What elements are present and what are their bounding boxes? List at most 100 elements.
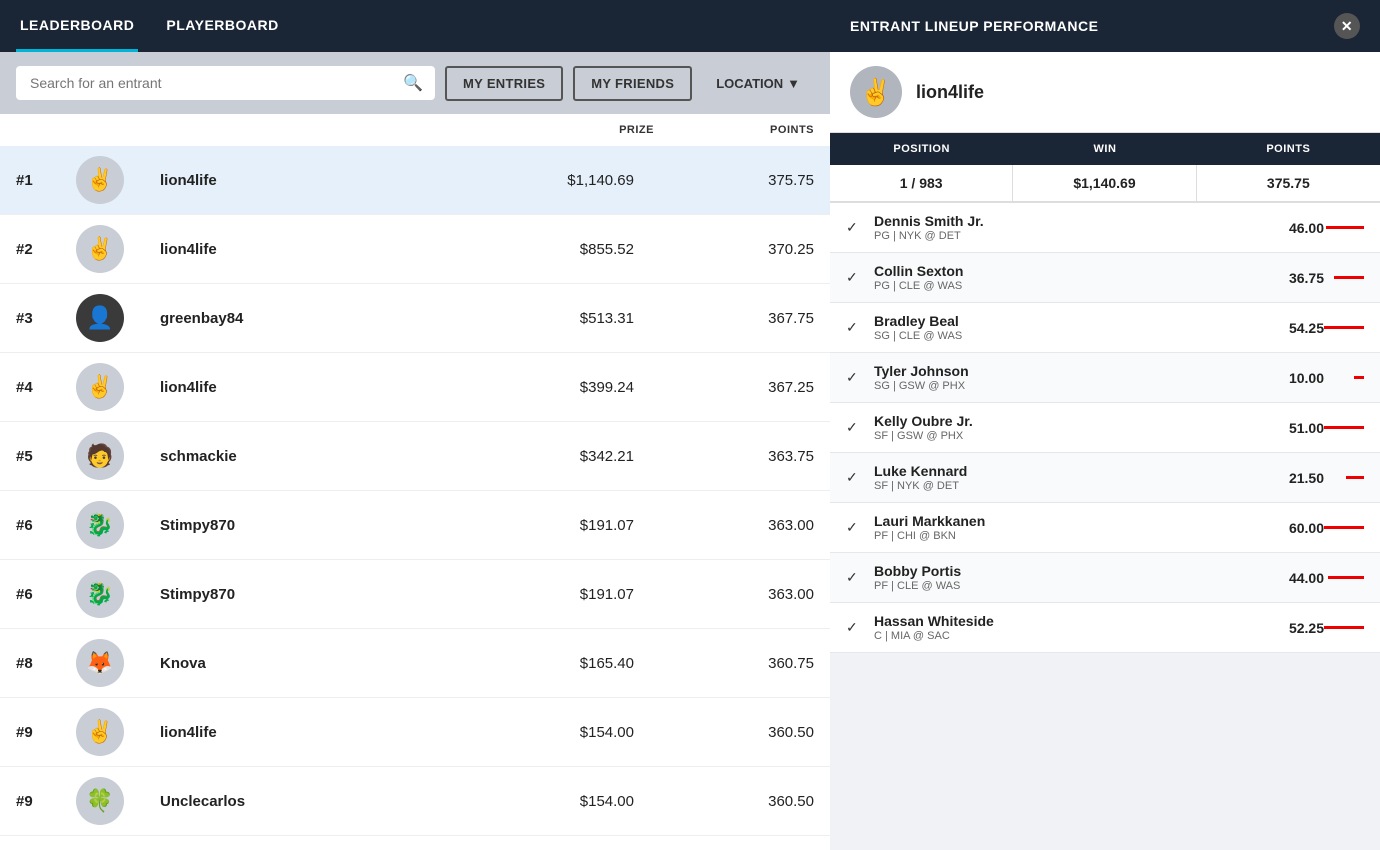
player-points: 46.00 xyxy=(1274,220,1324,236)
search-wrapper: 🔍 xyxy=(16,66,435,100)
check-icon: ✓ xyxy=(846,319,864,337)
player-name: Kelly Oubre Jr. xyxy=(874,413,1274,429)
rank: #4 xyxy=(16,379,76,396)
table-row[interactable]: #1 ✌️ lion4life $1,140.69 375.75 xyxy=(0,146,830,215)
player-points: 52.25 xyxy=(1274,620,1324,636)
points: 360.50 xyxy=(654,724,814,741)
check-icon: ✓ xyxy=(846,369,864,387)
table-row[interactable]: #6 🐉 Stimpy870 $191.07 363.00 xyxy=(0,560,830,629)
username: Stimpy870 xyxy=(156,586,494,603)
list-item: ✓ Bradley Beal SG | CLE @ WAS 54.25 xyxy=(830,303,1380,353)
username: lion4life xyxy=(156,241,494,258)
win-value: $1,140.69 xyxy=(1013,165,1196,201)
points: 367.25 xyxy=(654,379,814,396)
list-item: ✓ Dennis Smith Jr. PG | NYK @ DET 46.00 xyxy=(830,203,1380,253)
table-row[interactable]: #3 👤 greenbay84 $513.31 367.75 xyxy=(0,284,830,353)
points: 363.00 xyxy=(654,517,814,534)
points: 363.00 xyxy=(654,586,814,603)
leaderboard-list: #1 ✌️ lion4life $1,140.69 375.75 #2 ✌️ l… xyxy=(0,146,830,850)
avatar: ✌️ xyxy=(76,156,124,204)
stats-values: 1 / 983 $1,140.69 375.75 xyxy=(830,165,1380,203)
player-bar-wrap xyxy=(1324,426,1364,429)
prize: $191.07 xyxy=(494,517,654,534)
list-item: ✓ Hassan Whiteside C | MIA @ SAC 52.25 xyxy=(830,603,1380,653)
panel-header: ENTRANT LINEUP PERFORMANCE ✕ xyxy=(830,0,1380,52)
my-friends-button[interactable]: MY FRIENDS xyxy=(573,66,692,101)
username: lion4life xyxy=(156,379,494,396)
table-row[interactable]: #8 🦊 Knova $165.40 360.75 xyxy=(0,629,830,698)
rank: #9 xyxy=(16,724,76,741)
avatar: 🐉 xyxy=(76,501,124,549)
table-row[interactable]: #9 🍀 Unclecarlos $154.00 360.50 xyxy=(0,767,830,836)
check-icon: ✓ xyxy=(846,519,864,537)
rank: #6 xyxy=(16,586,76,603)
avatar: ✌️ xyxy=(76,708,124,756)
avatar: 👤 xyxy=(76,294,124,342)
username: Knova xyxy=(156,655,494,672)
username: lion4life xyxy=(156,724,494,741)
right-panel: ENTRANT LINEUP PERFORMANCE ✕ ✌️ lion4lif… xyxy=(830,0,1380,850)
player-meta: PG | CLE @ WAS xyxy=(874,280,1274,292)
username: lion4life xyxy=(156,172,494,189)
search-input[interactable] xyxy=(16,66,435,100)
close-button[interactable]: ✕ xyxy=(1334,13,1360,39)
player-points: 36.75 xyxy=(1274,270,1324,286)
player-bar xyxy=(1324,526,1364,529)
tab-leaderboard[interactable]: LEADERBOARD xyxy=(16,1,138,52)
entrant-info: ✌️ lion4life xyxy=(830,52,1380,133)
player-meta: PF | CHI @ BKN xyxy=(874,530,1274,542)
location-button[interactable]: LOCATION ▼ xyxy=(702,68,814,99)
player-points: 54.25 xyxy=(1274,320,1324,336)
player-bar xyxy=(1324,426,1364,429)
check-icon: ✓ xyxy=(846,569,864,587)
table-row[interactable]: #9 ✌️ lion4life $154.00 360.50 xyxy=(0,698,830,767)
table-row[interactable]: #4 ✌️ lion4life $399.24 367.25 xyxy=(0,353,830,422)
player-bar xyxy=(1326,226,1364,229)
player-bar-wrap xyxy=(1324,226,1364,229)
player-points: 60.00 xyxy=(1274,520,1324,536)
player-meta: SG | CLE @ WAS xyxy=(874,330,1274,342)
panel-title: ENTRANT LINEUP PERFORMANCE xyxy=(850,18,1098,34)
entrant-avatar: ✌️ xyxy=(850,66,902,118)
points: 360.50 xyxy=(654,793,814,810)
column-headers: PRIZE POINTS xyxy=(0,114,830,146)
prize: $342.21 xyxy=(494,448,654,465)
tab-bar: LEADERBOARD PLAYERBOARD xyxy=(0,0,830,52)
points-label: POINTS xyxy=(1197,133,1380,165)
chevron-down-icon: ▼ xyxy=(787,76,800,91)
player-info: Tyler Johnson SG | GSW @ PHX xyxy=(874,363,1274,392)
prize: $154.00 xyxy=(494,793,654,810)
username: greenbay84 xyxy=(156,310,494,327)
filter-bar: 🔍 MY ENTRIES MY FRIENDS LOCATION ▼ xyxy=(0,52,830,114)
player-bar xyxy=(1328,576,1364,579)
player-points: 51.00 xyxy=(1274,420,1324,436)
prize: $513.31 xyxy=(494,310,654,327)
player-bar xyxy=(1346,476,1364,479)
table-row[interactable]: #5 🧑 schmackie $342.21 363.75 xyxy=(0,422,830,491)
rank: #6 xyxy=(16,517,76,534)
check-icon: ✓ xyxy=(846,269,864,287)
player-info: Kelly Oubre Jr. SF | GSW @ PHX xyxy=(874,413,1274,442)
list-item: ✓ Kelly Oubre Jr. SF | GSW @ PHX 51.00 xyxy=(830,403,1380,453)
list-item: ✓ Lauri Markkanen PF | CHI @ BKN 60.00 xyxy=(830,503,1380,553)
prize: $855.52 xyxy=(494,241,654,258)
avatar: ✌️ xyxy=(76,225,124,273)
player-info: Dennis Smith Jr. PG | NYK @ DET xyxy=(874,213,1274,242)
player-bar xyxy=(1334,276,1364,279)
avatar: 🧑 xyxy=(76,432,124,480)
player-bar xyxy=(1354,376,1364,379)
rank: #9 xyxy=(16,793,76,810)
player-info: Hassan Whiteside C | MIA @ SAC xyxy=(874,613,1274,642)
table-row[interactable]: #2 ✌️ lion4life $855.52 370.25 xyxy=(0,215,830,284)
points: 363.75 xyxy=(654,448,814,465)
player-bar-wrap xyxy=(1324,626,1364,629)
prize: $1,140.69 xyxy=(494,172,654,189)
my-entries-button[interactable]: MY ENTRIES xyxy=(445,66,563,101)
player-bar-wrap xyxy=(1324,476,1364,479)
username: Stimpy870 xyxy=(156,517,494,534)
player-list: ✓ Dennis Smith Jr. PG | NYK @ DET 46.00 … xyxy=(830,203,1380,850)
rank: #1 xyxy=(16,172,76,189)
table-row[interactable]: #6 🐉 Stimpy870 $191.07 363.00 xyxy=(0,491,830,560)
tab-playerboard[interactable]: PLAYERBOARD xyxy=(162,1,282,52)
player-name: Hassan Whiteside xyxy=(874,613,1274,629)
